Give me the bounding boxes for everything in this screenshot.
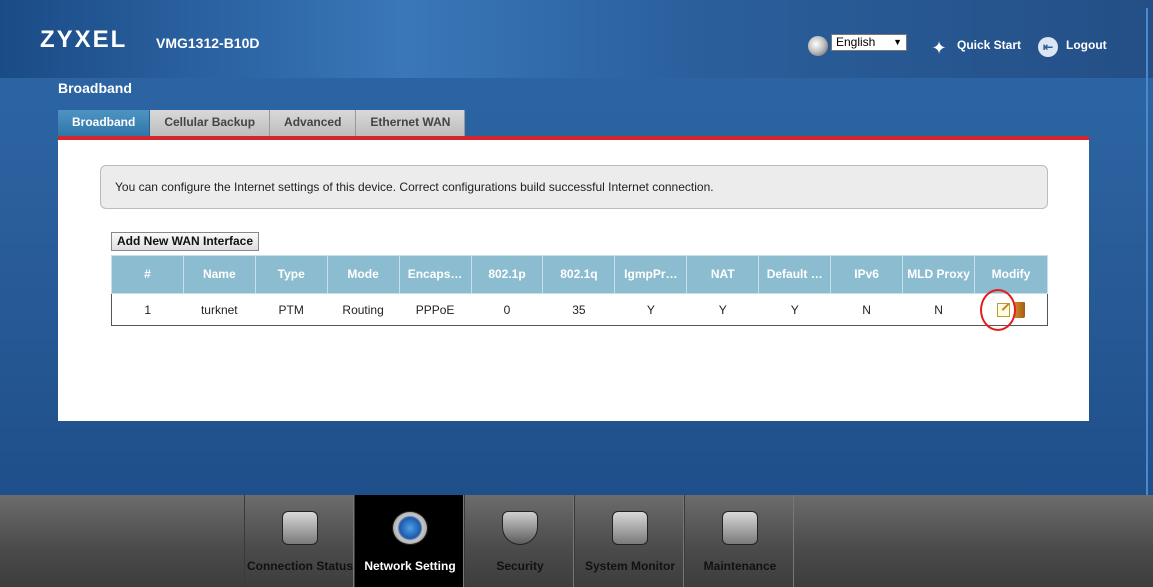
tab-bar: Broadband Cellular Backup Advanced Ether… xyxy=(58,110,466,136)
table-cell: 0 xyxy=(471,293,543,326)
table-cell: Routing xyxy=(327,293,400,326)
nav-label: Maintenance xyxy=(703,559,777,573)
table-cell: N xyxy=(902,293,975,326)
table-cell: PPPoE xyxy=(399,293,472,326)
info-message: You can configure the Internet settings … xyxy=(100,165,1048,209)
gear-icon xyxy=(392,511,428,545)
tab-ethernet-wan[interactable]: Ethernet WAN xyxy=(356,110,466,136)
column-header: Mode xyxy=(326,255,400,294)
column-header: Default … xyxy=(758,255,832,294)
table-header-row: # Name Type Mode Encaps… 802.1p 802.1q I… xyxy=(111,255,1049,294)
column-header: 802.1p xyxy=(470,255,544,294)
nav-network-setting[interactable]: Network Setting xyxy=(354,495,464,587)
nav-system-monitor[interactable]: System Monitor xyxy=(574,495,684,587)
zyxel-logo: ZYXEL xyxy=(40,26,128,53)
tab-cellular-backup[interactable]: Cellular Backup xyxy=(150,110,271,136)
column-header: # xyxy=(111,255,184,294)
column-header: IPv6 xyxy=(830,255,904,294)
quick-start-link[interactable]: Quick Start xyxy=(957,38,1021,52)
column-header: NAT xyxy=(686,255,760,294)
nav-label: System Monitor xyxy=(584,559,675,573)
nav-security[interactable]: Security xyxy=(464,495,574,587)
globe-icon xyxy=(808,36,828,56)
nav-label: Connection Status xyxy=(246,559,353,573)
column-header: Name xyxy=(182,255,256,294)
content-panel: You can configure the Internet settings … xyxy=(58,140,1089,421)
column-header: 802.1q xyxy=(542,255,616,294)
column-header: Modify xyxy=(973,255,1049,294)
table-cell: 35 xyxy=(542,293,615,326)
table-cell: 1 xyxy=(111,293,184,326)
bottom-nav: Connection Status Network Setting Securi… xyxy=(244,495,794,587)
column-header: Encaps… xyxy=(398,255,472,294)
table-row: 1 turknet PTM Routing PPPoE 0 35 Y Y Y N… xyxy=(111,293,1049,326)
table-cell: Y xyxy=(686,293,759,326)
table-cell: N xyxy=(830,293,903,326)
chart-icon xyxy=(612,511,648,545)
dropdown-caret-icon: ▼ xyxy=(893,37,902,47)
table-cell: Y xyxy=(614,293,687,326)
table-cell: PTM xyxy=(255,293,328,326)
nav-label: Network Setting xyxy=(364,559,456,573)
model-name: VMG1312-B10D xyxy=(156,35,260,51)
delete-icon[interactable] xyxy=(1013,301,1025,318)
nav-label: Security xyxy=(496,559,544,573)
add-wan-interface-button[interactable]: Add New WAN Interface xyxy=(111,232,260,251)
table-cell: Y xyxy=(758,293,831,326)
shield-icon xyxy=(502,511,538,545)
column-header: Type xyxy=(254,255,328,294)
language-value: English xyxy=(836,35,876,49)
modify-cell xyxy=(974,293,1049,326)
page-title: Broadband xyxy=(58,80,132,96)
edit-icon[interactable] xyxy=(996,302,1010,317)
tools-icon xyxy=(722,511,758,545)
nav-maintenance[interactable]: Maintenance xyxy=(684,495,794,587)
tab-advanced[interactable]: Advanced xyxy=(270,110,357,136)
nav-connection-status[interactable]: Connection Status xyxy=(244,495,354,587)
table-cell: turknet xyxy=(183,293,256,326)
column-header: IgmpPr… xyxy=(614,255,688,294)
logout-icon[interactable]: ⇤ xyxy=(1038,37,1058,57)
language-select[interactable]: English ▼ xyxy=(831,34,907,51)
quick-start-icon[interactable]: ✦ xyxy=(928,37,950,59)
logout-link[interactable]: Logout xyxy=(1066,38,1107,52)
monitor-icon xyxy=(282,511,318,545)
frame-border xyxy=(1146,8,1148,495)
tab-broadband[interactable]: Broadband xyxy=(58,110,151,136)
column-header: MLD Proxy xyxy=(902,255,975,294)
wan-interface-table: # Name Type Mode Encaps… 802.1p 802.1q I… xyxy=(111,255,1049,326)
